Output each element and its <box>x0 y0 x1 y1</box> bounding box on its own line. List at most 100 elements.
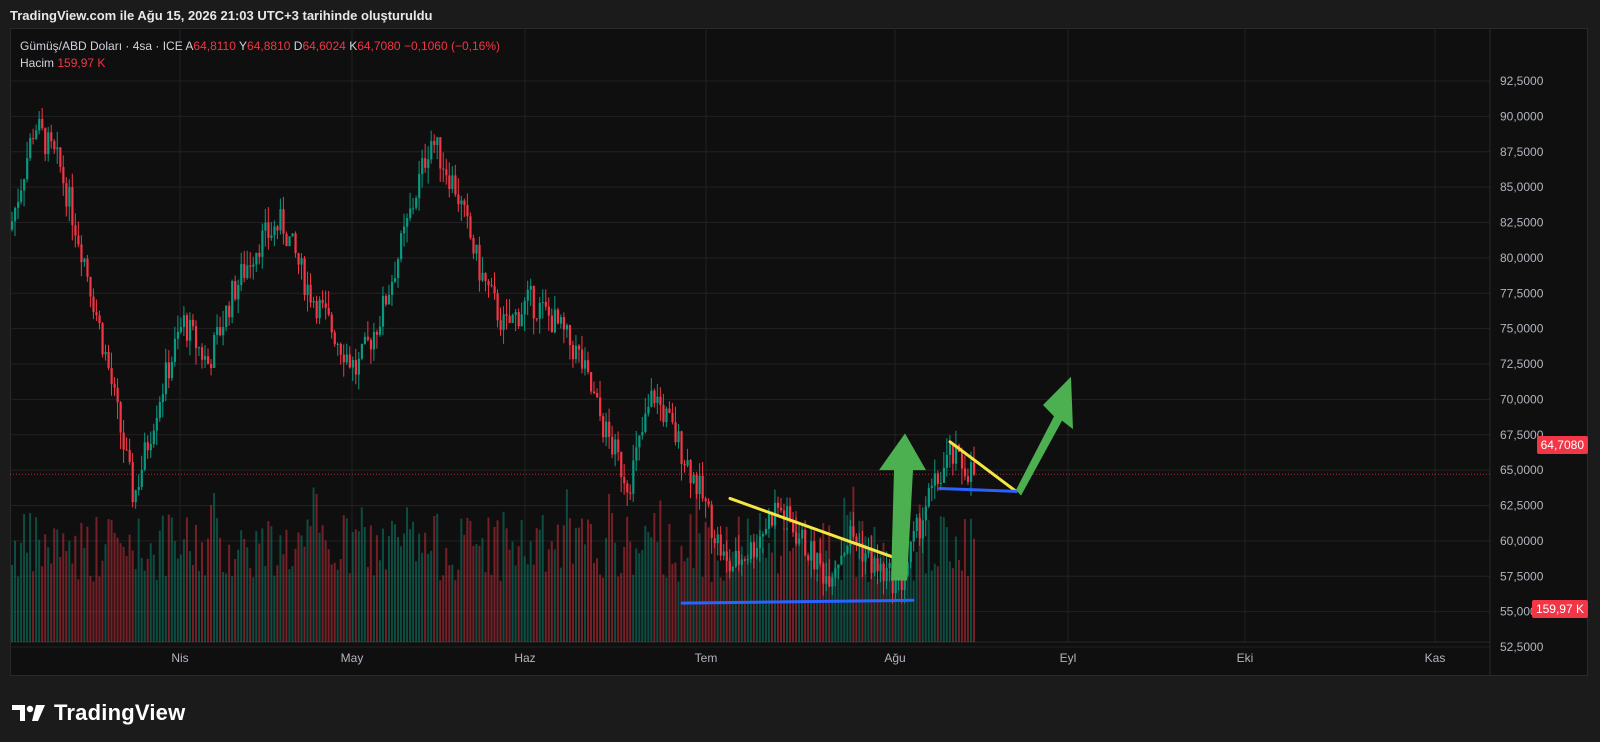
candle-body <box>369 339 373 350</box>
volume-bar <box>445 547 448 642</box>
volume-bar <box>451 564 454 642</box>
x-tick-label: Eyl <box>1060 651 1077 665</box>
candle-body <box>140 469 143 487</box>
trend-line <box>948 440 1018 493</box>
volume-bar <box>626 516 629 642</box>
volume-bar <box>764 557 767 642</box>
candle-body <box>562 317 566 330</box>
candle-body <box>421 158 424 174</box>
volume-bar <box>158 530 161 642</box>
volume-bar <box>222 571 225 642</box>
volume-bar <box>457 569 460 642</box>
volume-bar <box>403 533 406 642</box>
candle-body <box>427 159 430 168</box>
candle-body <box>11 221 14 230</box>
volume-bar <box>412 521 415 642</box>
volume-bar <box>442 575 445 642</box>
volume-bar <box>65 551 68 642</box>
volume-bar <box>315 493 318 642</box>
volume-bar <box>393 524 396 642</box>
volume-bar <box>11 564 13 642</box>
volume-bar <box>306 519 309 642</box>
volume-bar <box>948 561 951 642</box>
volume-bar <box>650 537 653 642</box>
volume-bar <box>210 505 213 642</box>
volume-bar <box>249 567 252 642</box>
volume-bar <box>855 577 858 642</box>
candle-body <box>318 299 321 319</box>
candle-body <box>882 563 885 582</box>
candle-body <box>867 549 870 554</box>
volume-bar <box>580 518 583 642</box>
volume-bar <box>710 581 713 642</box>
volume-bar <box>324 540 327 642</box>
symbol-name[interactable]: Gümüş/ABD Doları · 4sa · ICE <box>20 39 183 53</box>
candle-body <box>29 138 32 159</box>
volume-bar <box>972 538 975 642</box>
price-chart[interactable]: 92,5000 90,0000 87,5000 85,0000 82,5000 80,00… <box>10 28 1588 676</box>
candle-body <box>333 332 336 345</box>
candle-body <box>701 475 704 499</box>
volume-bar <box>505 528 508 642</box>
volume-bar <box>614 542 617 642</box>
volume-bar <box>424 532 427 642</box>
candle-body <box>336 343 339 345</box>
candle-body <box>285 233 288 247</box>
volume-bar <box>966 576 969 642</box>
candle-body <box>430 141 433 160</box>
volume-bar <box>143 570 146 642</box>
x-tick-label: Kas <box>1425 651 1446 665</box>
candle-body <box>713 538 716 544</box>
volume-bar <box>321 525 324 642</box>
candle-body <box>707 501 710 505</box>
volume-bar <box>599 574 602 642</box>
candle-body <box>665 408 668 423</box>
candle-body <box>523 300 526 315</box>
candle-body <box>56 147 59 150</box>
volume-bar <box>454 580 457 642</box>
candle-body <box>635 447 638 461</box>
volume-bar <box>336 569 339 642</box>
volume-bar <box>692 567 695 642</box>
brand[interactable]: TradingView <box>12 700 185 726</box>
candle-body <box>26 158 29 180</box>
candle-body <box>852 526 855 537</box>
volume-bar <box>59 556 62 642</box>
candle-body <box>689 460 692 484</box>
candle-body <box>173 338 177 362</box>
candle-body <box>653 390 656 403</box>
candle-body <box>119 402 122 433</box>
candle-body <box>804 529 807 556</box>
volume-bar <box>237 549 240 642</box>
volume-bar <box>176 558 179 642</box>
candle-body <box>300 258 303 265</box>
candle-body <box>351 360 354 368</box>
volume-bar <box>798 533 801 642</box>
candle-body <box>656 396 659 403</box>
candle-body <box>752 542 756 558</box>
volume-bar <box>611 513 614 642</box>
volume-bar <box>550 541 553 642</box>
candle-body <box>306 284 309 296</box>
volume-bar <box>309 526 312 642</box>
volume-bar <box>906 575 909 642</box>
volume-bar <box>38 539 41 642</box>
volume-bar <box>888 570 891 642</box>
candle-body <box>927 487 930 507</box>
candle-body <box>764 528 768 535</box>
volume-bar <box>698 533 701 642</box>
volume-bar <box>460 518 463 642</box>
candle-body <box>475 244 478 254</box>
volume-bar <box>68 540 71 642</box>
candle-body <box>406 218 409 227</box>
candle-body <box>605 421 608 438</box>
volume-bar <box>951 568 954 642</box>
volume-bar <box>433 515 436 642</box>
candle-body <box>556 309 560 324</box>
candle-body <box>44 128 47 155</box>
candle-body <box>330 314 333 333</box>
candle-body <box>264 222 267 231</box>
volume-bar <box>623 547 626 642</box>
volume-bar <box>586 519 589 642</box>
volume-bar <box>945 527 948 642</box>
